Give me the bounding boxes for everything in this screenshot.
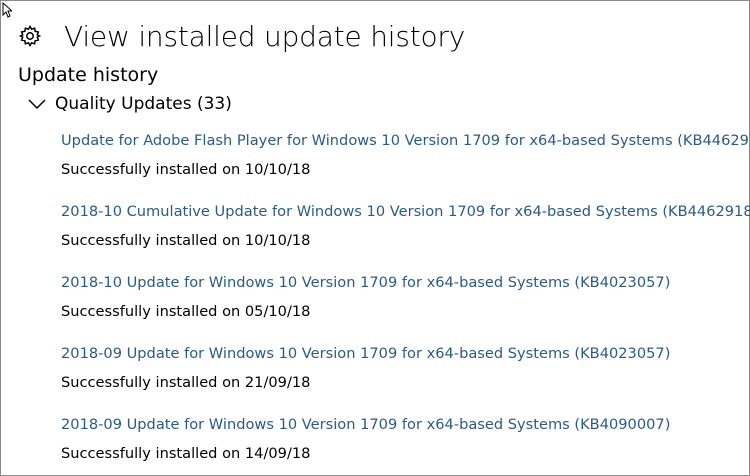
update-link[interactable]: 2018-10 Cumulative Update for Windows 10… — [61, 201, 750, 223]
update-item: Update for Adobe Flash Player for Window… — [61, 130, 750, 201]
mouse-cursor-icon — [2, 2, 12, 18]
update-status: Successfully installed on 10/10/18 — [61, 161, 311, 178]
update-status: Successfully installed on 21/09/18 — [61, 374, 311, 391]
update-link[interactable]: 2018-09 Update for Windows 10 Version 17… — [61, 343, 670, 365]
update-status: Successfully installed on 14/09/18 — [61, 445, 311, 462]
page-header: View installed update history — [18, 16, 465, 56]
chevron-down-icon — [28, 99, 46, 110]
update-item: 2018-10 Update for Windows 10 Version 17… — [61, 272, 741, 343]
update-item: 2018-09 Update for Windows 10 Version 17… — [61, 343, 741, 414]
group-label: Quality Updates (33) — [55, 94, 232, 114]
update-list: Update for Adobe Flash Player for Window… — [61, 130, 750, 476]
update-item: 2018-09 Update for Windows 10 Version 17… — [61, 414, 741, 476]
update-status: Successfully installed on 10/10/18 — [61, 232, 311, 249]
quality-updates-toggle[interactable]: Quality Updates (33) — [28, 94, 232, 114]
page-title: View installed update history — [64, 19, 466, 53]
update-link[interactable]: 2018-09 Update for Windows 10 Version 17… — [61, 414, 670, 436]
update-status: Successfully installed on 05/10/18 — [61, 303, 311, 320]
update-link[interactable]: 2018-10 Update for Windows 10 Version 17… — [61, 272, 670, 294]
gear-icon[interactable] — [18, 24, 42, 48]
update-item: 2018-10 Cumulative Update for Windows 10… — [61, 201, 750, 272]
section-title: Update history — [18, 64, 159, 86]
update-link[interactable]: Update for Adobe Flash Player for Window… — [61, 130, 750, 152]
